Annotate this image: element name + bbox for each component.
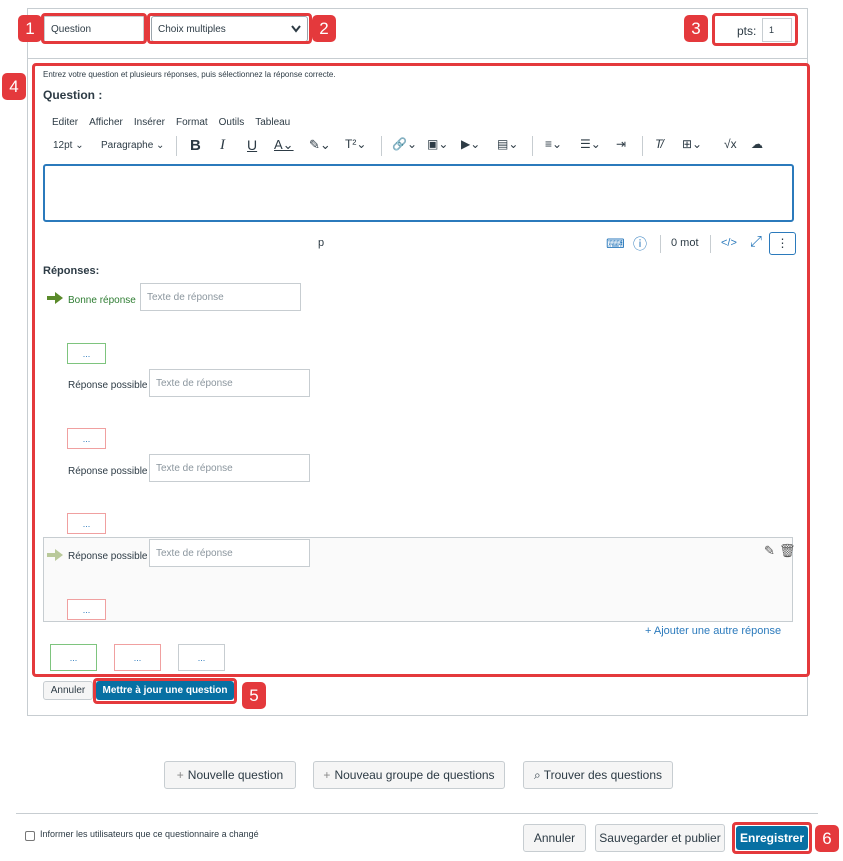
bottom-divider — [16, 813, 818, 814]
callout-badge: 2 — [312, 15, 336, 42]
find-questions-label: Trouver des questions — [543, 768, 663, 782]
callout-box-4 — [32, 63, 810, 677]
new-group-label: Nouveau groupe de questions — [334, 768, 495, 782]
new-question-button[interactable]: + Nouvelle question — [164, 761, 296, 789]
find-questions-button[interactable]: ⌕ Trouver des questions — [523, 761, 673, 789]
callout-badge: 1 — [18, 15, 42, 42]
new-question-label: Nouvelle question — [187, 768, 284, 782]
notify-checkbox[interactable] — [25, 831, 35, 841]
search-icon: ⌕ — [533, 767, 541, 782]
callout-badge: 4 — [2, 73, 26, 100]
cancel-edit-button[interactable]: Annuler — [43, 681, 93, 700]
plus-icon: + — [176, 768, 184, 782]
callout-box-1 — [41, 13, 147, 44]
callout-box-5 — [93, 678, 237, 704]
callout-box-2 — [147, 13, 312, 44]
callout-badge: 5 — [242, 682, 266, 709]
header-divider — [27, 58, 808, 59]
notify-label: Informer les utilisateurs que ce questio… — [40, 829, 259, 839]
callout-box-3 — [712, 13, 798, 46]
plus-icon: + — [323, 768, 331, 782]
callout-badge: 6 — [815, 825, 839, 852]
save-publish-button[interactable]: Sauvegarder et publier — [595, 824, 725, 852]
callout-badge: 3 — [684, 15, 708, 42]
cancel-button[interactable]: Annuler — [523, 824, 586, 852]
new-group-button[interactable]: + Nouveau groupe de questions — [313, 761, 505, 789]
callout-box-6 — [732, 822, 812, 854]
